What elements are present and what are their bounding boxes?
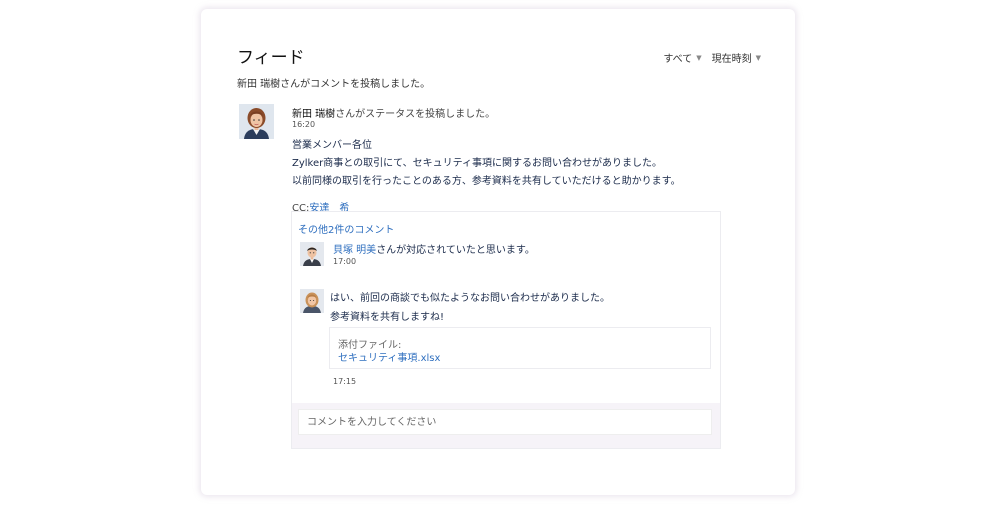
feed-card: フィード すべて ▼ 現在時刻 ▼ 新田 瑞樹さんがコメントを投稿しました。 新… [201, 9, 795, 495]
comment-text-line: 参考資料を共有しますね! [330, 312, 445, 323]
filter-time-dropdown[interactable]: 現在時刻 ▼ [711, 50, 761, 66]
comment-text-line: はい、前回の商談でも似たようなお問い合わせがありました。 [330, 293, 610, 304]
chevron-down-icon: ▼ [755, 53, 761, 62]
post-timestamp: 16:20 [292, 120, 316, 129]
comment-input[interactable] [298, 409, 712, 435]
attachment-box: 添付ファイル: セキュリティ事項.xlsx [329, 327, 711, 369]
post-action: さんがステータスを投稿しました。 [335, 109, 496, 120]
commenter-avatar[interactable] [300, 242, 324, 266]
more-comments-link[interactable]: その他2件のコメント [298, 221, 394, 236]
mention-link[interactable]: 貝塚 明美 [333, 245, 376, 256]
filter-time-label: 現在時刻 [711, 54, 752, 65]
post-body-line: 営業メンバー各位 [292, 140, 372, 151]
post-author[interactable]: 新田 瑞樹 [292, 109, 335, 120]
post-body: 営業メンバー各位 Zylker商事との取引にて、セキュリティ事項に関するお問い合… [292, 137, 681, 191]
post-header: 新田 瑞樹さんがステータスを投稿しました。 [292, 105, 495, 120]
comment-timestamp: 17:00 [333, 257, 357, 266]
post-body-line: Zylker商事との取引にて、セキュリティ事項に関するお問い合わせがありました。 [292, 158, 663, 169]
feed-title: フィード [237, 48, 305, 68]
comment-timestamp: 17:15 [333, 377, 357, 386]
activity-summary: 新田 瑞樹さんがコメントを投稿しました。 [237, 79, 431, 90]
post-body-line: 以前同様の取引を行ったことのある方、参考資料を共有していただけると助かります。 [292, 176, 681, 187]
comment-input-area [292, 403, 720, 448]
comment-text-body: さんが対応されていたと思います。 [376, 245, 535, 256]
filter-all-dropdown[interactable]: すべて ▼ [663, 50, 702, 66]
author-avatar[interactable] [239, 104, 274, 139]
comment-text: 貝塚 明美さんが対応されていたと思います。 [333, 241, 535, 256]
chevron-down-icon: ▼ [696, 53, 702, 62]
filter-all-label: すべて [663, 54, 693, 65]
commenter-avatar[interactable] [300, 289, 324, 313]
comment-text: はい、前回の商談でも似たようなお問い合わせがありました。 参考資料を共有しますね… [330, 289, 610, 327]
comments-section: その他2件のコメント 貝塚 明美さんが対応されていたと思います。 17:00 は… [291, 211, 721, 449]
attachment-file-link[interactable]: セキュリティ事項.xlsx [338, 349, 440, 364]
feed-filters: すべて ▼ 現在時刻 ▼ [663, 50, 761, 66]
